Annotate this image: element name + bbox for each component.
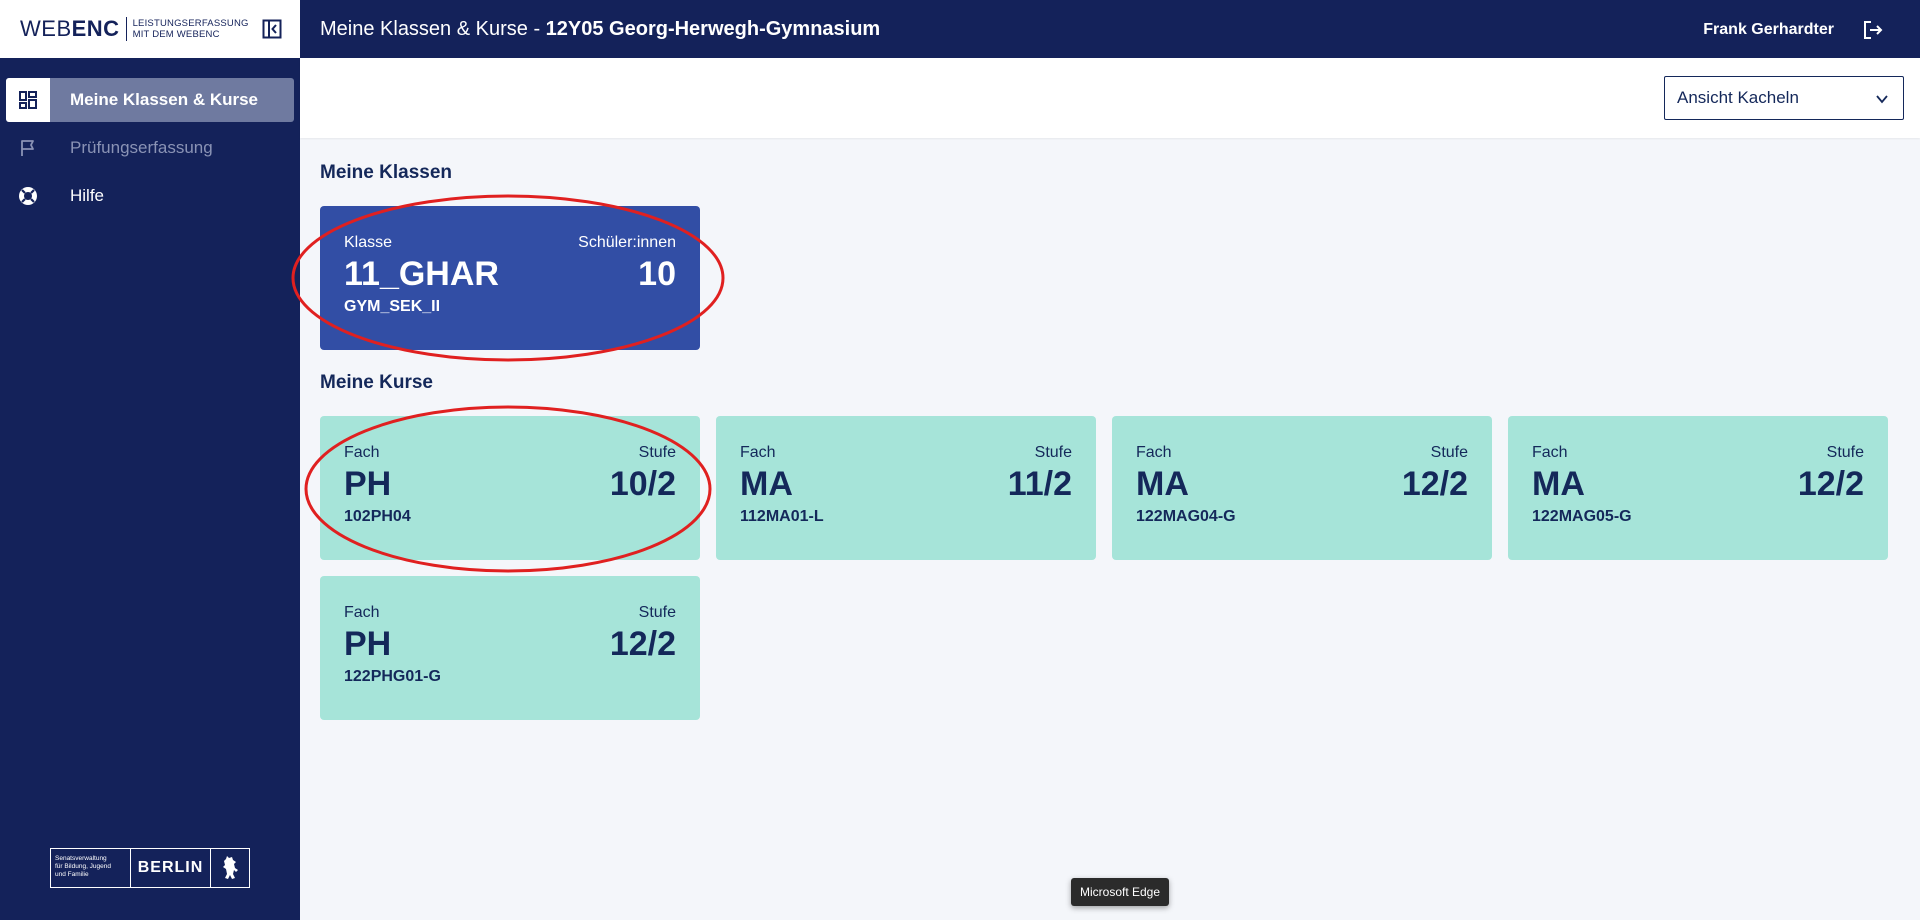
card-label-right: Stufe bbox=[638, 604, 676, 621]
kurs-card[interactable]: Fach Stufe MA 12/2 122MAG04-G bbox=[1112, 416, 1492, 560]
logo-bar: WEBENC LEISTUNGSERFASSUNG MIT DEM WEBENC bbox=[0, 0, 300, 58]
kurs-card[interactable]: Fach Stufe PH 10/2 102PH04 bbox=[320, 416, 700, 560]
sidebar: WEBENC LEISTUNGSERFASSUNG MIT DEM WEBENC… bbox=[0, 0, 300, 920]
card-label-left: Klasse bbox=[344, 234, 393, 251]
senate-department-text: Senatsverwaltung für Bildung, Jugend und… bbox=[51, 849, 131, 887]
logo-subtitle-line2: MIT DEM WEBENC bbox=[132, 29, 220, 40]
kurs-subject: PH bbox=[344, 625, 392, 663]
card-label-right: Stufe bbox=[1430, 444, 1468, 461]
student-count: 10 bbox=[638, 255, 676, 293]
logo-subtitle-line1: LEISTUNGSERFASSUNG bbox=[132, 18, 249, 29]
dashboard-icon bbox=[6, 78, 50, 122]
card-label-row: Klasse Schüler:innen bbox=[344, 234, 676, 252]
section-title-klassen: Meine Klassen bbox=[320, 162, 452, 183]
senate-line2: für Bildung, Jugend bbox=[55, 863, 112, 870]
kurs-subject: MA bbox=[740, 465, 793, 503]
kurs-card[interactable]: Fach Stufe MA 11/2 112MA01-L bbox=[716, 416, 1096, 560]
card-label-right: Schüler:innen bbox=[578, 234, 676, 251]
kurs-card[interactable]: Fach Stufe MA 12/2 122MAG05-G bbox=[1508, 416, 1888, 560]
kurs-level: 10/2 bbox=[609, 465, 676, 503]
kurs-level: 12/2 bbox=[1401, 465, 1468, 503]
kurs-subject: MA bbox=[1136, 465, 1189, 503]
card-label-left: Fach bbox=[344, 604, 380, 621]
card-value-row: MA 12/2 bbox=[1136, 462, 1468, 504]
logout-icon[interactable] bbox=[1862, 19, 1884, 41]
page-title-prefix: Meine Klassen & Kurse - bbox=[320, 17, 546, 40]
flag-icon bbox=[6, 126, 50, 170]
kurs-code: 112MA01-L bbox=[740, 508, 824, 525]
card-label-row: Fach Stufe bbox=[1136, 444, 1468, 462]
sidebar-nav: Meine Klassen & Kurse Prüfungserfassung … bbox=[0, 58, 300, 218]
kurs-level: 12/2 bbox=[1797, 465, 1864, 503]
chevron-down-icon bbox=[1875, 91, 1889, 111]
card-label-right: Stufe bbox=[1826, 444, 1864, 461]
sidebar-item-pruefungserfassung[interactable]: Prüfungserfassung bbox=[6, 126, 294, 170]
logo-text-web: WEB bbox=[20, 16, 72, 41]
kurs-code: 102PH04 bbox=[344, 508, 411, 525]
user-name: Frank Gerhardter bbox=[1703, 21, 1834, 38]
kurs-subject: PH bbox=[344, 465, 392, 503]
card-label-row: Fach Stufe bbox=[740, 444, 1072, 462]
card-label-left: Fach bbox=[1136, 444, 1172, 461]
view-mode-select[interactable]: Ansicht Kacheln bbox=[1664, 76, 1904, 120]
kurs-code: 122PHG01-G bbox=[344, 668, 441, 685]
klasse-card[interactable]: Klasse Schüler:innen 11_GHAR 10 GYM_SEK_… bbox=[320, 206, 700, 350]
kurs-subject: MA bbox=[1532, 465, 1585, 503]
kurs-level: 11/2 bbox=[1007, 465, 1072, 503]
sidebar-item-hilfe[interactable]: Hilfe bbox=[6, 174, 294, 218]
sidebar-item-meine-klassen-kurse[interactable]: Meine Klassen & Kurse bbox=[6, 78, 294, 122]
card-value-row: PH 12/2 bbox=[344, 622, 676, 664]
card-value-row: 11_GHAR 10 bbox=[344, 252, 676, 294]
collapse-sidebar-icon[interactable] bbox=[262, 19, 282, 39]
kurs-level: 12/2 bbox=[609, 625, 676, 663]
card-value-row: MA 11/2 bbox=[740, 462, 1072, 504]
card-label-right: Stufe bbox=[638, 444, 676, 461]
card-label-row: Fach Stufe bbox=[344, 444, 676, 462]
card-value-row: PH 10/2 bbox=[344, 462, 676, 504]
kurs-card[interactable]: Fach Stufe PH 12/2 122PHG01-G bbox=[320, 576, 700, 720]
top-header: Meine Klassen & Kurse - 12Y05 Georg-Herw… bbox=[300, 0, 1920, 58]
card-label-left: Fach bbox=[1532, 444, 1568, 461]
card-value-row: MA 12/2 bbox=[1532, 462, 1864, 504]
logo-subtitle: LEISTUNGSERFASSUNG MIT DEM WEBENC bbox=[133, 18, 249, 40]
klasse-code: GYM_SEK_II bbox=[344, 298, 441, 315]
lifebuoy-icon bbox=[6, 174, 50, 218]
sidebar-item-label: Hilfe bbox=[70, 186, 105, 205]
section-title-kurse: Meine Kurse bbox=[320, 372, 433, 393]
card-label-row: Fach Stufe bbox=[344, 604, 676, 622]
kurs-code: 122MAG05-G bbox=[1532, 508, 1632, 525]
app-logo: WEBENC bbox=[20, 16, 120, 42]
toolbar: Ansicht Kacheln bbox=[300, 58, 1920, 138]
berlin-senate-logo: Senatsverwaltung für Bildung, Jugend und… bbox=[50, 848, 250, 888]
klasse-name: 11_GHAR bbox=[344, 255, 499, 293]
sidebar-item-label: Prüfungserfassung bbox=[70, 138, 213, 157]
card-label-left: Fach bbox=[344, 444, 380, 461]
kurs-code: 122MAG04-G bbox=[1136, 508, 1236, 525]
sidebar-item-label: Meine Klassen & Kurse bbox=[70, 90, 259, 109]
card-label-row: Fach Stufe bbox=[1532, 444, 1864, 462]
senate-line3: und Familie bbox=[55, 871, 89, 878]
page-title-school: 12Y05 Georg-Herwegh-Gymnasium bbox=[545, 17, 881, 40]
card-label-left: Fach bbox=[740, 444, 776, 461]
logo-divider bbox=[125, 17, 127, 41]
card-label-right: Stufe bbox=[1034, 444, 1072, 461]
berlin-bear-icon bbox=[211, 849, 249, 887]
taskbar-tooltip: Microsoft Edge bbox=[1071, 878, 1170, 906]
senate-line1: Senatsverwaltung bbox=[55, 855, 107, 862]
berlin-wordmark: BERLIN bbox=[131, 849, 211, 887]
view-mode-value: Ansicht Kacheln bbox=[1677, 88, 1799, 107]
logo-text-enc: ENC bbox=[71, 16, 120, 41]
page-title: Meine Klassen & Kurse - 12Y05 Georg-Herw… bbox=[320, 18, 880, 41]
